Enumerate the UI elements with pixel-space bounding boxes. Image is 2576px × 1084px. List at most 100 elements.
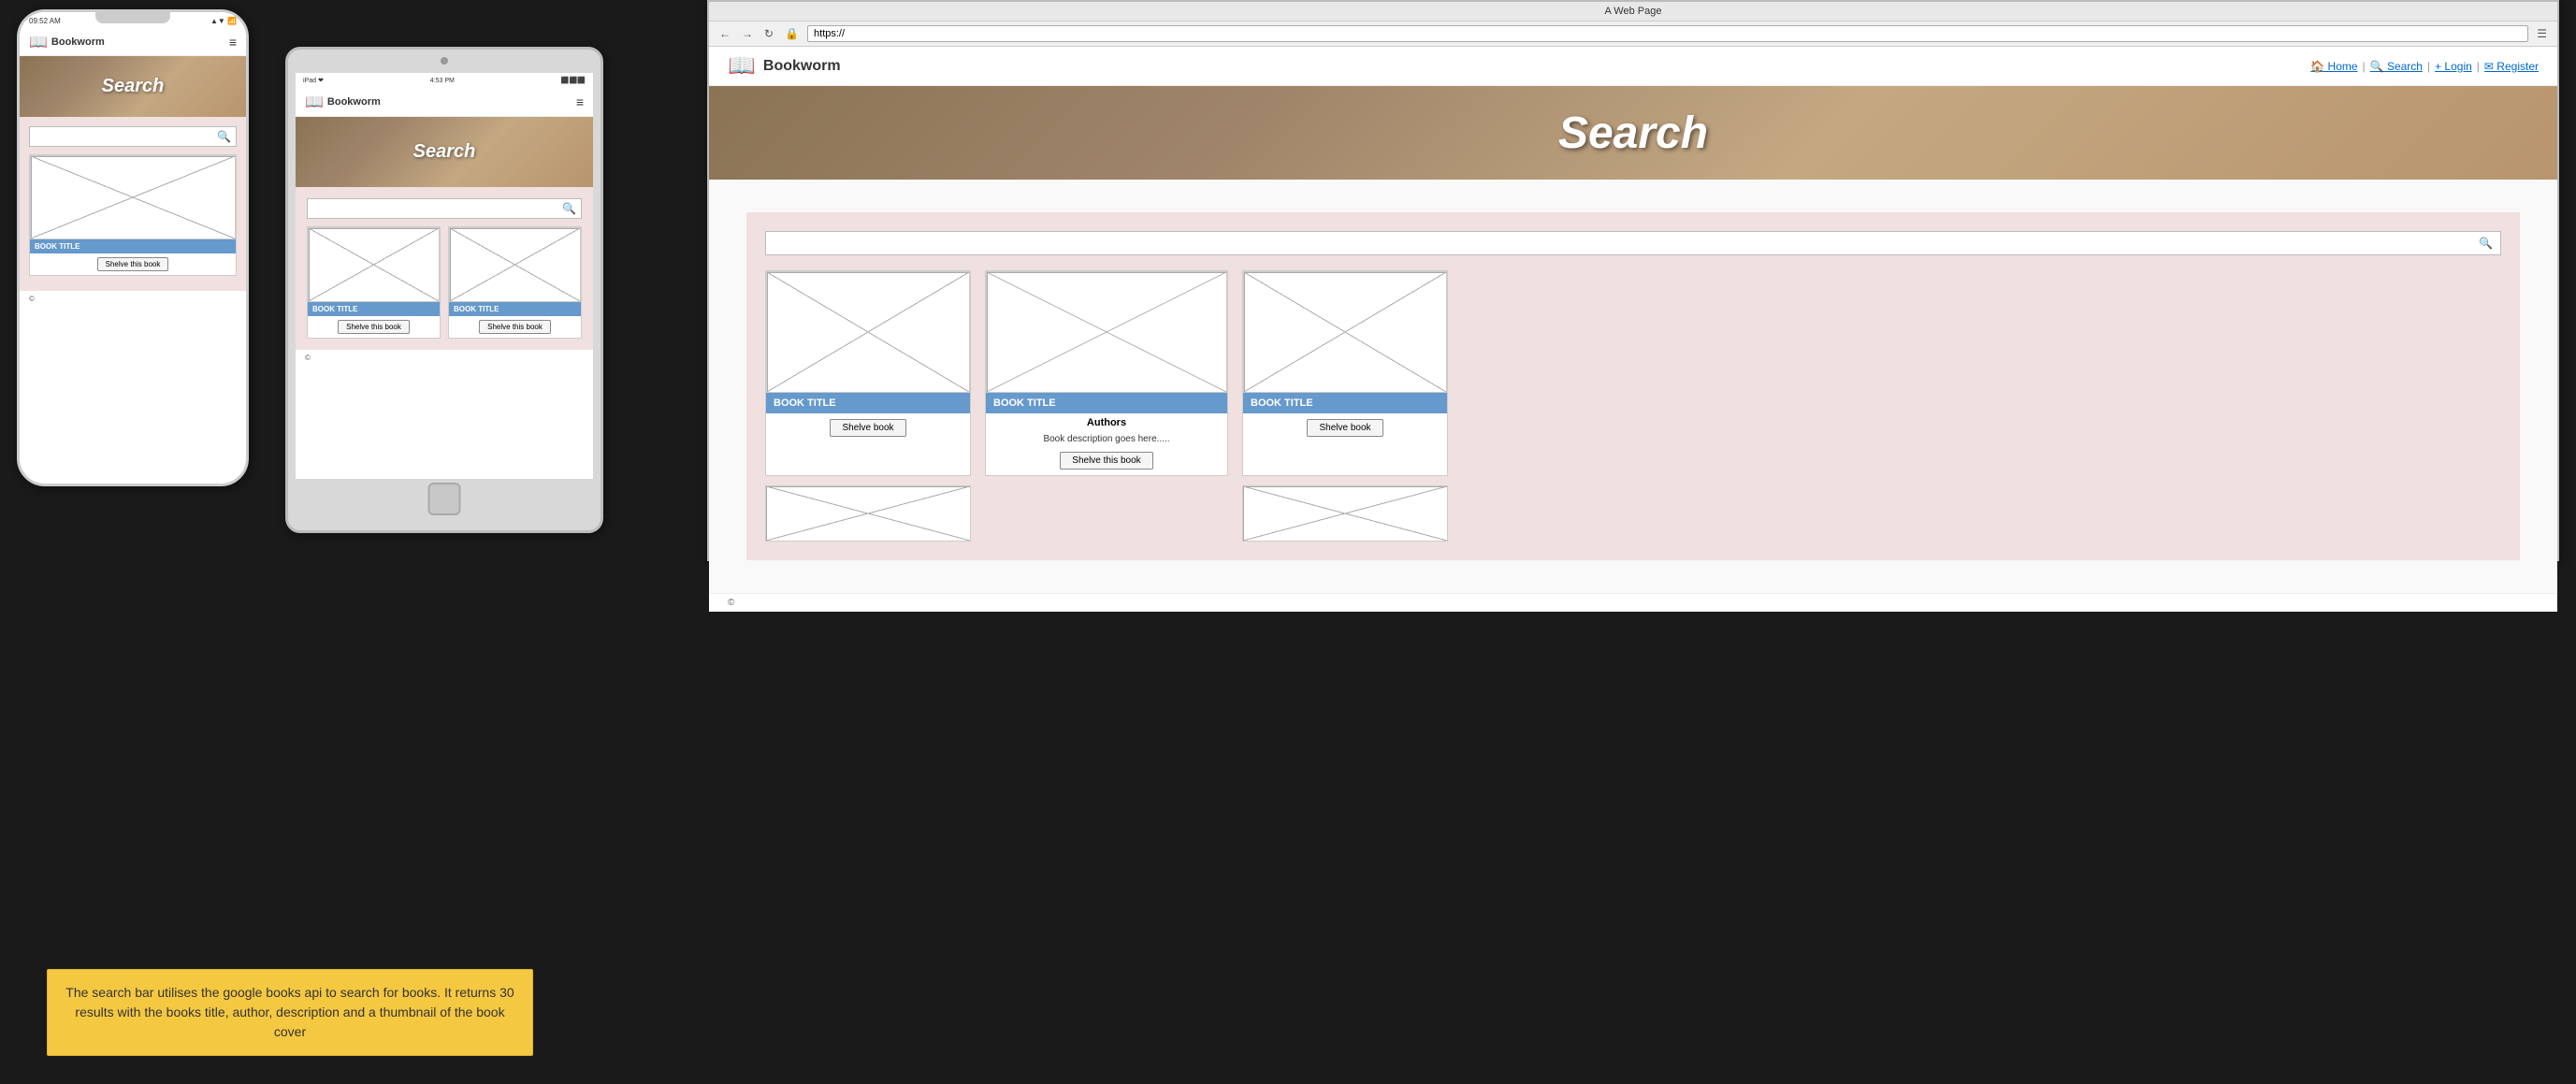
tablet-book-card-2: BOOK TITLE Shelve this book xyxy=(448,226,582,339)
browser-book-card-3: BOOK TITLE Shelve book xyxy=(1242,270,1448,476)
phone-book-image-1 xyxy=(30,155,236,239)
tablet-status-bar: iPad ❤ 4:53 PM ⬛⬛⬛ xyxy=(296,73,593,88)
phone-brand-name: Bookworm xyxy=(51,36,105,48)
browser-window-title: A Web Page xyxy=(1605,6,1662,17)
tablet-frame: iPad ❤ 4:53 PM ⬛⬛⬛ 📖 Bookworm ≡ Search 🔍… xyxy=(285,47,603,533)
phone-frame: 09:52 AM ▲▼ 📶 📖 Bookworm ≡ Search 🔍 BOOK… xyxy=(17,9,249,486)
hamburger-menu[interactable]: ≡ xyxy=(229,35,237,50)
tablet-shelve-button-1[interactable]: Shelve this book xyxy=(338,320,410,334)
tablet-book-icon: 📖 xyxy=(305,93,324,111)
tablet-shelve-button-2[interactable]: Shelve this book xyxy=(479,320,551,334)
browser-title-bar: A Web Page xyxy=(709,2,2557,22)
nav-login-link[interactable]: + Login xyxy=(2435,60,2472,73)
phone-search-button[interactable]: 🔍 xyxy=(217,130,231,143)
phone-book-card-1: BOOK TITLE Shelve this book xyxy=(29,154,237,276)
info-box-text: The search bar utilises the google books… xyxy=(65,983,515,1042)
browser-address-input[interactable] xyxy=(807,25,2528,42)
browser-shelve-button-3[interactable]: Shelve book xyxy=(1307,419,1382,437)
browser-book-card-1: BOOK TITLE Shelve book xyxy=(765,270,971,476)
tablet-navbar: 📖 Bookworm ≡ xyxy=(296,88,593,117)
tablet-camera xyxy=(441,57,448,65)
tablet-book-image-1 xyxy=(308,227,440,302)
browser-navbar: 📖 Bookworm 🏠 Home | 🔍 Search | + Login |… xyxy=(709,47,2557,86)
nav-home-link[interactable]: 🏠 Home xyxy=(2310,60,2357,73)
browser-copyright: © xyxy=(728,598,734,608)
browser-book-title-2: BOOK TITLE xyxy=(986,393,1227,413)
tablet-search-button[interactable]: 🔍 xyxy=(562,202,576,215)
browser-shelve-button-2[interactable]: Shelve this book xyxy=(1060,452,1152,470)
phone-search-bar[interactable]: 🔍 xyxy=(29,126,237,147)
browser-nav-links: 🏠 Home | 🔍 Search | + Login | ✉ Register xyxy=(2310,60,2539,73)
tablet-screen: iPad ❤ 4:53 PM ⬛⬛⬛ 📖 Bookworm ≡ Search 🔍… xyxy=(296,73,593,479)
browser-book-title-3: BOOK TITLE xyxy=(1243,393,1447,413)
browser-logo: 📖 Bookworm xyxy=(728,52,841,79)
phone-time: 09:52 AM xyxy=(29,17,61,25)
browser-books-row-2 xyxy=(765,485,2501,542)
tablet-copyright: © xyxy=(305,354,311,362)
browser-menu-button[interactable]: ☰ xyxy=(2534,27,2550,40)
tablet-logo: 📖 Bookworm xyxy=(305,93,381,111)
browser-book-image-4 xyxy=(765,485,971,542)
browser-hero-text: Search xyxy=(1558,108,1708,159)
nav-search-link[interactable]: 🔍 Search xyxy=(2370,60,2423,73)
book-icon: 📖 xyxy=(29,33,48,51)
browser-brand-name: Bookworm xyxy=(763,58,841,75)
browser-book-title-1: BOOK TITLE xyxy=(766,393,970,413)
browser-footer: © xyxy=(709,593,2557,612)
browser-book-description-2: Book description goes here..... xyxy=(986,432,1227,446)
info-box: The search bar utilises the google books… xyxy=(47,969,533,1056)
browser-book-authors-2: Authors xyxy=(986,413,1227,432)
tablet-content-area: 🔍 BOOK TITLE Shelve this book BOOK TITLE… xyxy=(296,187,593,350)
browser-forward-button[interactable]: → xyxy=(739,27,756,40)
phone-notch xyxy=(95,12,170,23)
browser-search-input[interactable] xyxy=(774,237,2479,250)
tablet-book-title-2: BOOK TITLE xyxy=(449,302,581,316)
tablet-status-time: 4:53 PM xyxy=(430,78,455,84)
browser-book-image-5 xyxy=(1242,485,1448,542)
tablet-hamburger[interactable]: ≡ xyxy=(576,94,584,109)
browser-hero-banner: Search xyxy=(709,86,2557,180)
tablet-home-button[interactable] xyxy=(428,483,461,515)
tablet-book-card-1: BOOK TITLE Shelve this book xyxy=(307,226,441,339)
tablet-search-input[interactable] xyxy=(312,204,562,213)
phone-hero-text: Search xyxy=(102,76,165,97)
phone-shelve-button-1[interactable]: Shelve this book xyxy=(97,257,169,271)
tablet-hero-text: Search xyxy=(413,141,476,163)
phone-book-title-1: BOOK TITLE xyxy=(30,239,236,253)
phone-copyright: © xyxy=(29,295,35,303)
browser-lock-icon: 🔒 xyxy=(782,27,802,40)
browser-book-spacer xyxy=(985,485,1228,542)
phone-footer: © xyxy=(20,291,246,307)
tablet-footer: © xyxy=(296,350,593,366)
browser-frame: A Web Page ← → ↻ 🔒 ☰ 📖 Bookworm 🏠 Home |… xyxy=(707,0,2559,561)
browser-back-button[interactable]: ← xyxy=(716,27,733,40)
browser-search-button[interactable]: 🔍 xyxy=(2479,237,2493,250)
tablet-status-right: ⬛⬛⬛ xyxy=(561,77,586,84)
phone-signal: ▲▼ 📶 xyxy=(210,17,237,25)
browser-book-image-3 xyxy=(1243,271,1447,393)
browser-toolbar: ← → ↻ 🔒 ☰ xyxy=(709,22,2557,47)
tablet-book-title-1: BOOK TITLE xyxy=(308,302,440,316)
phone-logo: 📖 Bookworm xyxy=(29,33,105,51)
browser-book-image-2 xyxy=(986,271,1227,393)
nav-register-link[interactable]: ✉ Register xyxy=(2484,60,2539,73)
browser-book-icon: 📖 xyxy=(728,52,756,79)
browser-content-panel: 🔍 BOOK TITLE Shelve book BOOK TITLE Auth… xyxy=(746,212,2520,560)
phone-navbar: 📖 Bookworm ≡ xyxy=(20,29,246,56)
tablet-search-bar[interactable]: 🔍 xyxy=(307,198,582,219)
tablet-brand-name: Bookworm xyxy=(327,96,381,108)
tablet-hero-banner: Search xyxy=(296,117,593,187)
tablet-status-left: iPad ❤ xyxy=(303,77,324,84)
browser-search-bar[interactable]: 🔍 xyxy=(765,231,2501,255)
browser-book-card-2: BOOK TITLE Authors Book description goes… xyxy=(985,270,1228,476)
browser-main-content: 🔍 BOOK TITLE Shelve book BOOK TITLE Auth… xyxy=(709,180,2557,593)
phone-search-input[interactable] xyxy=(35,132,217,141)
tablet-book-image-2 xyxy=(449,227,581,302)
browser-book-image-1 xyxy=(766,271,970,393)
browser-books-row-1: BOOK TITLE Shelve book BOOK TITLE Author… xyxy=(765,270,2501,476)
browser-refresh-button[interactable]: ↻ xyxy=(761,27,776,40)
browser-shelve-button-1[interactable]: Shelve book xyxy=(830,419,905,437)
tablet-books-grid: BOOK TITLE Shelve this book BOOK TITLE S… xyxy=(307,226,582,339)
phone-hero-banner: Search xyxy=(20,56,246,117)
phone-content-area: 🔍 BOOK TITLE Shelve this book xyxy=(20,117,246,291)
